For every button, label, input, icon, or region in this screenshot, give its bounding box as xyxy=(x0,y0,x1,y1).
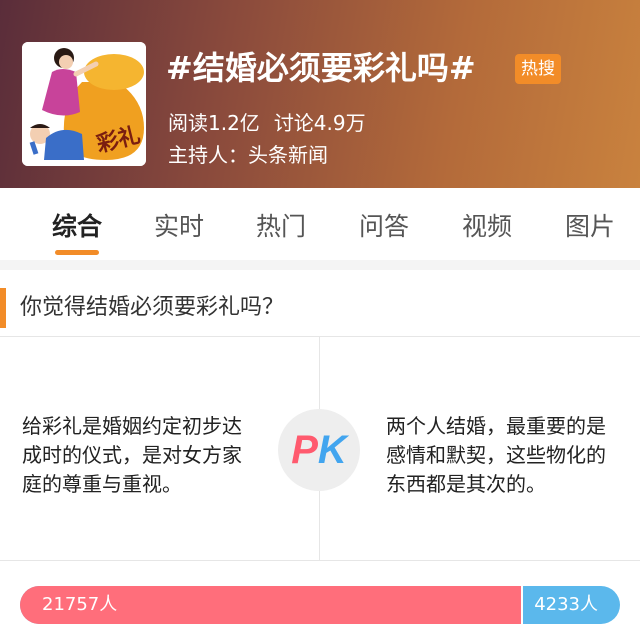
pk-badge-p: P xyxy=(291,428,318,472)
pro-vote-count: 21757人 xyxy=(42,594,118,615)
tab-popular[interactable]: 热门 xyxy=(236,210,326,244)
pro-opinion[interactable]: 给彩礼是婚姻约定初步达成时的仪式，是对女方家庭的尊重与重视。 xyxy=(22,412,247,499)
topic-tab-bar: 综合 实时 热门 问答 视频 图片 xyxy=(0,188,640,260)
topic-page: 彩礼 #结婚必须要彩礼吗# 热搜 阅读1.2亿 讨论4.9万 主持人：头条新闻 综… xyxy=(0,0,640,642)
divider xyxy=(0,336,640,337)
pk-question: 你觉得结婚必须要彩礼吗？ xyxy=(20,295,285,320)
read-count: 阅读1.2亿 xyxy=(168,111,260,135)
pk-badge-k: K xyxy=(317,428,347,472)
tab-images[interactable]: 图片 xyxy=(545,210,635,244)
topic-title: #结婚必须要彩礼吗# xyxy=(166,49,476,87)
topic-header: 彩礼 #结婚必须要彩礼吗# 热搜 阅读1.2亿 讨论4.9万 主持人：头条新闻 xyxy=(0,0,640,188)
vote-separator xyxy=(521,586,523,624)
tab-realtime[interactable]: 实时 xyxy=(134,210,224,244)
topic-host: 主持人：头条新闻 xyxy=(168,143,328,167)
hot-search-badge: 热搜 xyxy=(515,54,561,84)
active-tab-indicator xyxy=(55,250,99,255)
tab-comprehensive[interactable]: 综合 xyxy=(32,210,122,244)
tab-qa[interactable]: 问答 xyxy=(339,210,429,244)
con-opinion[interactable]: 两个人结婚，最重要的是感情和默契，这些物化的东西都是其次的。 xyxy=(386,412,611,499)
divider xyxy=(0,560,640,561)
vote-result-bar[interactable]: 21757人 4233人 xyxy=(20,586,620,624)
topic-cover-image[interactable]: 彩礼 xyxy=(22,42,146,166)
question-accent-bar xyxy=(0,288,6,328)
con-vote-count: 4233人 xyxy=(534,594,598,615)
topic-stats: 阅读1.2亿 讨论4.9万 xyxy=(168,108,366,138)
tab-video[interactable]: 视频 xyxy=(442,210,532,244)
pk-vote-card: 你觉得结婚必须要彩礼吗？ 给彩礼是婚姻约定初步达成时的仪式，是对女方家庭的尊重与… xyxy=(0,270,640,642)
discussion-count: 讨论4.9万 xyxy=(273,111,366,135)
pk-badge: PK xyxy=(278,409,360,491)
